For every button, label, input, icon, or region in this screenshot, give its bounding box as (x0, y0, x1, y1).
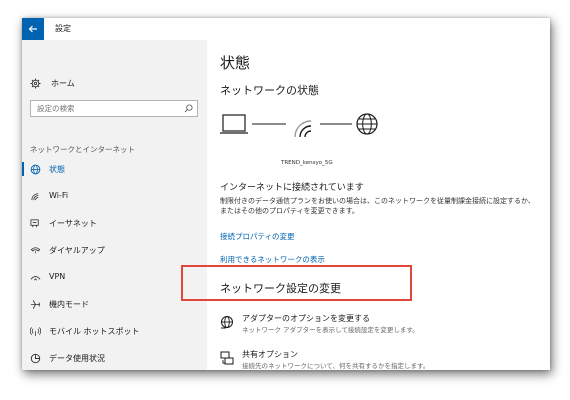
sidebar-item-label: 状態 (49, 165, 65, 174)
back-arrow-icon (28, 25, 37, 33)
adapter-options-desc: ネットワーク アダプターを表示して接続設定を変更します。 (242, 326, 419, 334)
page-title: 状態 (220, 54, 251, 72)
sidebar-item-hotspot[interactable]: モバイル ホットスポット (22, 323, 207, 339)
hotspot-icon (30, 326, 41, 337)
airplane-icon (30, 299, 41, 310)
window-title: 設定 (55, 24, 71, 33)
sidebar-item-label: Wi-Fi (49, 191, 69, 200)
search-icon[interactable] (184, 104, 193, 113)
back-button[interactable] (22, 18, 44, 40)
search-box[interactable] (30, 100, 198, 117)
sidebar-item-ethernet[interactable]: イーサネット (22, 215, 207, 231)
home-nav-item[interactable]: ホーム (30, 76, 75, 90)
search-input[interactable] (31, 101, 177, 116)
network-diagram (220, 113, 378, 138)
change-properties-link[interactable]: 接続プロパティの変更 (220, 231, 295, 242)
sidebar-item-label: VPN (49, 272, 66, 281)
sidebar-item-label: データ使用状況 (49, 354, 105, 363)
network-name: TREND_kensyo_5G (281, 160, 333, 166)
view-networks-link[interactable]: 利用できるネットワークの表示 (220, 254, 325, 265)
dialup-icon (30, 245, 41, 256)
sharing-options-desc: 接続先のネットワークについて、何を共有するかを指定します。 (242, 362, 430, 370)
sidebar-item-dialup[interactable]: ダイヤルアップ (22, 242, 207, 258)
wifi-signal-icon (294, 120, 312, 138)
sidebar-item-status[interactable]: 状態 (22, 161, 207, 177)
title-bar: 設定 (22, 18, 550, 40)
sidebar-item-label: モバイル ホットスポット (49, 327, 140, 336)
laptop-icon (220, 114, 248, 134)
gear-icon (30, 77, 41, 89)
sidebar: ホーム ネットワークとインターネット 状態 (22, 40, 207, 370)
sidebar-item-label: 機内モード (49, 300, 89, 309)
internet-globe-icon (356, 113, 378, 135)
data-usage-icon (30, 353, 41, 364)
active-indicator (22, 162, 24, 176)
sidebar-item-label: イーサネット (49, 219, 97, 228)
sidebar-item-vpn[interactable]: VPN (22, 269, 207, 285)
vpn-icon (30, 272, 41, 283)
wifi-icon (30, 191, 41, 202)
sidebar-item-airplane[interactable]: 機内モード (22, 296, 207, 312)
ethernet-icon (30, 218, 41, 229)
highlight-box (181, 265, 412, 301)
connection-description: 制限付きのデータ通信プランをお使いの場合は、このネットワークを従量制課金接続に設… (220, 197, 535, 215)
sidebar-item-wifi[interactable]: Wi-Fi (22, 188, 207, 204)
connection-status: インターネットに接続されています (220, 183, 364, 193)
sidebar-item-data-usage[interactable]: データ使用状況 (22, 350, 207, 366)
adapter-options-title: アダプターのオプションを変更する (242, 314, 370, 323)
settings-window: 設定 ホーム ネットワークとインターネット (22, 18, 550, 370)
network-status-heading: ネットワークの状態 (220, 84, 319, 97)
sidebar-item-label: ダイヤルアップ (49, 246, 105, 255)
globe-icon (30, 164, 41, 175)
adapter-options-item[interactable]: アダプターのオプションを変更する ネットワーク アダプターを表示して接続設定を変… (207, 309, 550, 337)
main-content: 状態 ネットワークの状態 TREND_kensyo_5G インターネットに接続さ… (207, 40, 550, 370)
sharing-icon (220, 350, 234, 369)
home-label: ホーム (51, 78, 75, 88)
section-label: ネットワークとインターネット (30, 145, 135, 154)
adapter-globe-icon (220, 314, 234, 333)
sharing-options-title: 共有オプション (242, 350, 298, 359)
sharing-options-item[interactable]: 共有オプション 接続先のネットワークについて、何を共有するかを指定します。 (207, 345, 550, 370)
